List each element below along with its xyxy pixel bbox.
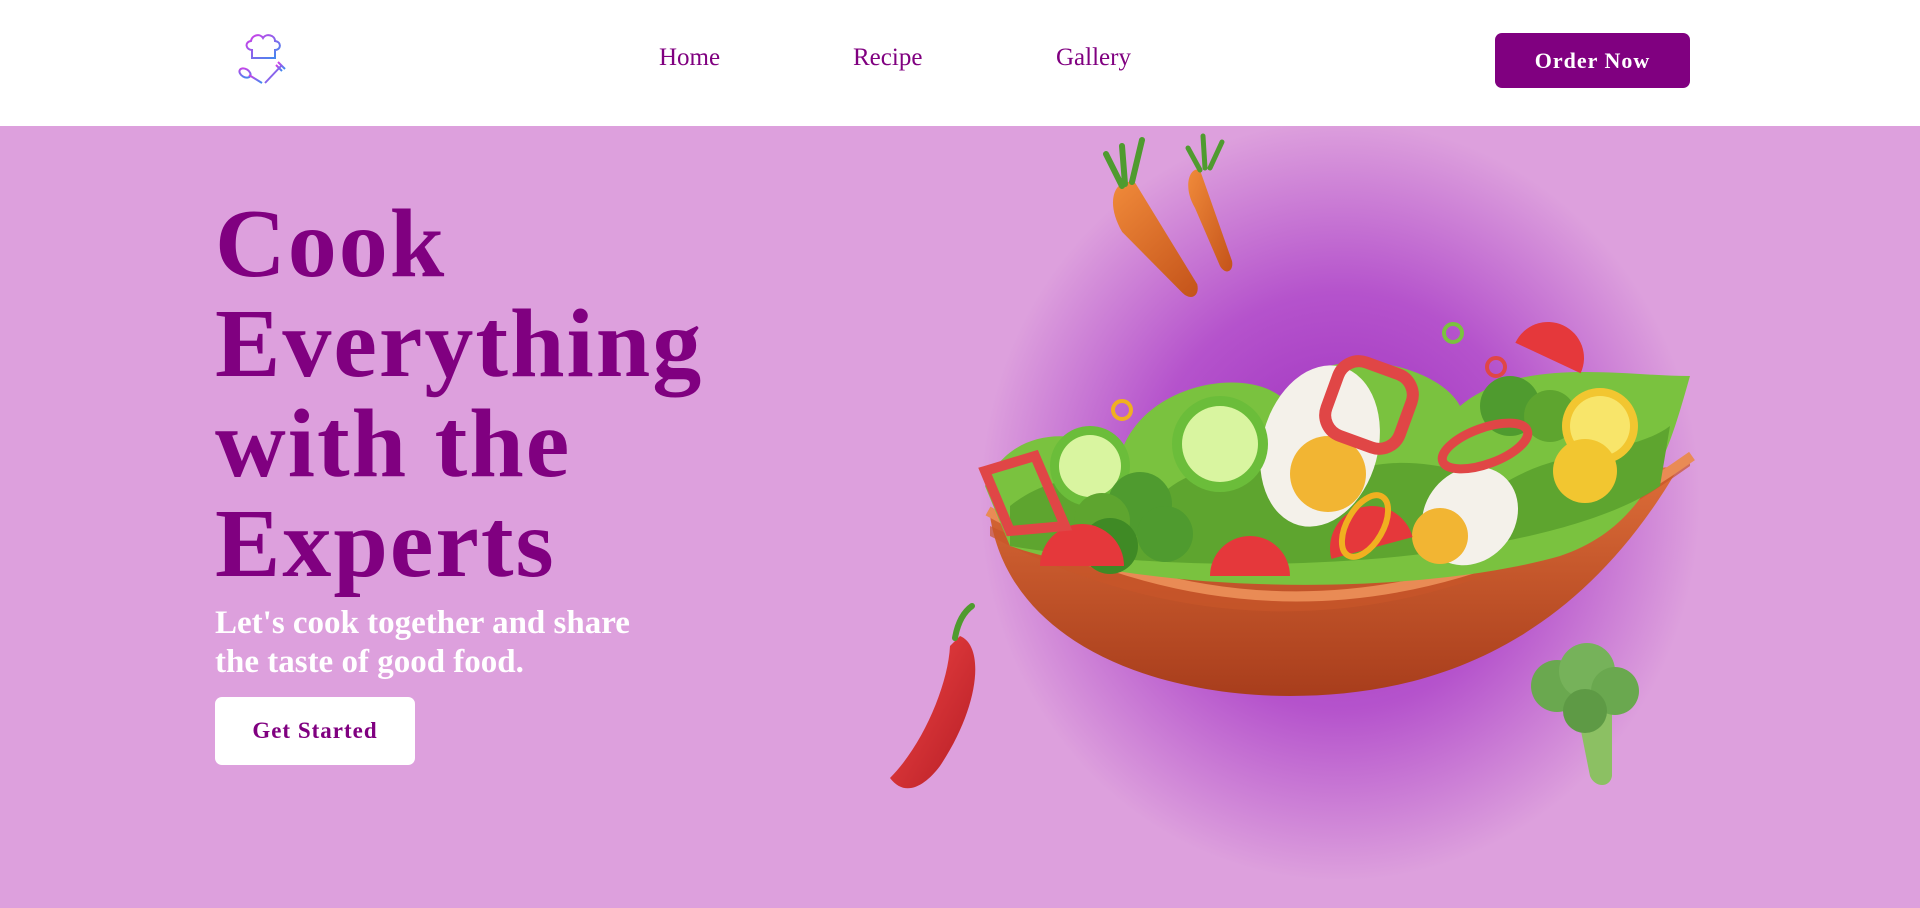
hero-title-line: Experts (215, 490, 556, 598)
hero-subtitle-line: Let's cook together and share (215, 605, 630, 641)
nav-home-link[interactable]: Home (659, 44, 720, 72)
hero-title: Cook Everything with the Experts (215, 194, 835, 594)
hero-title-line: Everything (215, 290, 704, 398)
nav-gallery-link[interactable]: Gallery (1056, 44, 1131, 72)
order-now-button[interactable]: Order Now (1495, 33, 1690, 88)
chili-pepper-icon (890, 603, 976, 789)
hero-subtitle: Let's cook together and share the taste … (215, 604, 695, 682)
hero-section: Cook Everything with the Experts Let's c… (0, 121, 1920, 903)
salad-illustration (860, 121, 1920, 903)
hero-title-line: Cook (215, 190, 447, 298)
get-started-button[interactable]: Get Started (215, 697, 415, 765)
hero-title-line: with the (215, 390, 572, 498)
nav-recipe-link[interactable]: Recipe (853, 44, 922, 72)
chef-hat-utensils-icon[interactable] (232, 32, 296, 88)
hero-subtitle-line: the taste of good food. (215, 644, 524, 680)
top-header: Home Recipe Gallery Order Now (0, 0, 1920, 126)
